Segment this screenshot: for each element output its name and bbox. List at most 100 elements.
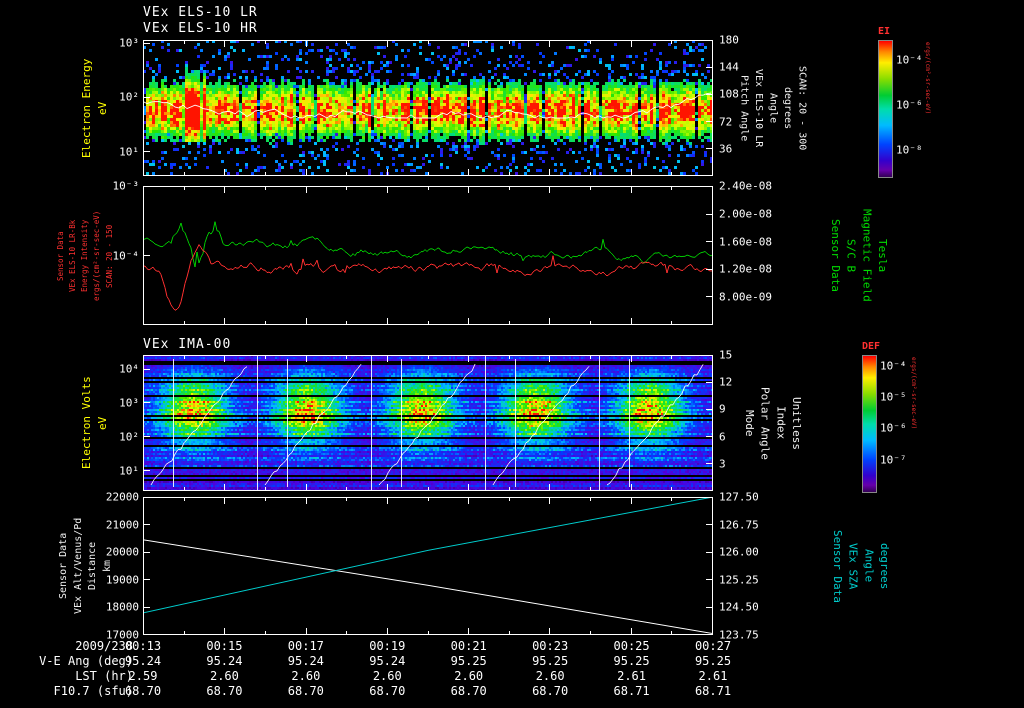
colorbar-tick-label: 10⁻⁷ [880, 453, 907, 467]
data-row-value: 68.70 [206, 684, 243, 698]
axis-label-line: SCAN: 20 - 300 [796, 65, 808, 151]
data-row-label: LST (hr) [75, 669, 133, 683]
axis-label-line: Mode [742, 409, 756, 437]
data-row-value: 95.25 [613, 654, 650, 668]
time-tick-label: 00:15 [206, 639, 243, 653]
panel2-right-axis-label: Sensor Data S/C B Magnetic Field Tesla [828, 186, 889, 325]
y2-axis-tick-label: 8.00e-09 [719, 290, 772, 304]
y2-axis-tick-label: 125.25 [719, 573, 759, 587]
y-axis-tick-label: 10³ [119, 36, 139, 50]
y-axis-tick-label: 10⁴ [119, 362, 139, 376]
data-row-value: 68.70 [369, 684, 406, 698]
data-row-value: 95.24 [287, 654, 324, 668]
panel1-title-lr: VEx ELS-10 LR [143, 5, 258, 20]
data-row-value: 95.25 [450, 654, 487, 668]
axis-label-line: Distance [87, 541, 98, 591]
y2-axis-tick-label: 15 [719, 348, 733, 362]
y-axis-tick-label: 10² [119, 430, 139, 444]
colorbar-tick-label: 10⁻⁵ [880, 390, 907, 404]
axis-label-line: VEx Alt/Venus/Pd [72, 517, 84, 615]
axis-label-line: Angle [862, 549, 876, 583]
colorbar-def [862, 355, 877, 493]
y2-axis-tick-label: 108 [719, 87, 739, 101]
colorbar-tick-label: 10⁻⁴ [880, 359, 907, 373]
colorbar-tick-label: 10⁻⁶ [880, 421, 907, 435]
axis-label-line: degrees [878, 542, 891, 590]
y2-axis-tick-label: 2.00e-08 [719, 207, 772, 221]
data-row-label: F10.7 (sfu) [53, 684, 133, 698]
data-row-value: 68.71 [694, 684, 732, 698]
y-axis-tick-label: 10³ [119, 396, 139, 410]
axis-label-line: S/C B [844, 238, 858, 273]
axis-label-line: Sensor Data [56, 231, 65, 281]
data-row-value: 68.70 [532, 684, 569, 698]
colorbar-ei [878, 40, 893, 178]
y-axis-tick-label: 20000 [105, 545, 139, 559]
y2-axis-tick-label: 9 [719, 402, 726, 416]
panel1-right-axis-label: Pitch Angle VEx ELS-10 LR Angle degrees … [737, 40, 808, 176]
alt-sza-canvas [143, 497, 713, 635]
data-row-value: 2.60 [209, 669, 239, 683]
intensity-bfield-canvas [143, 186, 713, 325]
axis-label-line: Energy Intensity [80, 219, 90, 293]
panel1-left-axis-label: Electron Energy eV [80, 40, 110, 176]
axis-label-line: VEx ELS-10 LR [753, 68, 764, 148]
data-row-value: 2.61 [617, 669, 647, 683]
colorbar-tick-label: 10⁻⁶ [896, 98, 923, 112]
time-tick-label: 00:25 [613, 639, 650, 653]
axis-label-line: Sensor Data [828, 219, 842, 292]
panel3-left-axis-label: Electron Volts eV [80, 355, 110, 491]
colorbar-ei-title: EI [878, 26, 891, 37]
panel4-right-axis-label: Sensor Data VEx SZA Angle degrees [830, 497, 891, 635]
data-row-value: 2.60 [454, 669, 484, 683]
y-axis-tick-label: 10⁻⁴ [112, 249, 140, 262]
y-axis-tick-label: 10¹ [119, 464, 139, 478]
y2-axis-tick-label: 144 [719, 60, 739, 74]
data-row-value: 68.71 [613, 684, 650, 698]
y-axis-tick-label: 10¹ [119, 145, 139, 159]
axis-label-line: Polar Angle [758, 386, 772, 460]
y2-axis-tick-label: 36 [719, 142, 733, 156]
y2-axis-tick-label: 127.50 [719, 490, 759, 504]
axis-label-line: Unitless [790, 396, 803, 450]
axis-label-line: Electron Energy [80, 58, 93, 158]
y-axis-tick-label: 10⁻³ [112, 179, 140, 193]
colorbar-def-title: DEF [862, 341, 881, 352]
axis-label-line: Sensor Data [830, 529, 844, 603]
y-axis-tick-label: 19000 [105, 573, 139, 587]
data-row-value: 95.25 [532, 654, 569, 668]
axis-label-line: Sensor Data [58, 532, 69, 600]
y2-axis-tick-label: 1.20e-08 [719, 262, 772, 276]
y-axis-tick-label: 18000 [105, 600, 139, 614]
data-row-value: 2.60 [372, 669, 402, 683]
data-row-label: V-E Ang (deg) [39, 654, 133, 668]
y2-axis-tick-label: 1.60e-08 [719, 235, 772, 249]
time-tick-label: 00:19 [369, 639, 406, 653]
time-tick-label: 00:21 [450, 639, 487, 653]
data-row-value: 95.25 [694, 654, 732, 668]
axis-label-line: eV [95, 101, 109, 115]
data-row-value: 2.60 [291, 669, 321, 683]
y2-axis-tick-label: 126.00 [719, 545, 759, 559]
colorbar-ei-units: ergs/(cm²-sr-sec-eV) [924, 42, 931, 115]
y2-axis-tick-label: 180 [719, 33, 739, 47]
y2-axis-tick-label: 72 [719, 115, 733, 129]
axis-label-line: eV [95, 416, 109, 430]
y2-axis-tick-label: 6 [719, 430, 726, 444]
axis-label-line: Tesla [876, 238, 889, 273]
y2-axis-tick-label: 126.75 [719, 518, 759, 532]
y2-axis-tick-label: 3 [719, 457, 726, 471]
axis-label-line: Electron Volts [80, 376, 93, 470]
time-tick-label: 00:23 [532, 639, 569, 653]
y-axis-tick-label: 22000 [105, 490, 139, 504]
colorbar-tick-label: 10⁻⁸ [896, 143, 923, 157]
date-label: 2009/238 [75, 639, 133, 653]
axis-label-line: Index [774, 406, 788, 440]
ima-spectrogram-canvas [143, 355, 713, 491]
time-tick-label: 00:17 [287, 639, 324, 653]
axis-label-line: degrees [782, 86, 793, 130]
data-row-value: 68.70 [287, 684, 324, 698]
axis-label-line: VEx ELS-10 LR-Bk [68, 219, 78, 293]
panel1-title-hr: VEx ELS-10 HR [143, 21, 258, 36]
y-axis-tick-label: 10² [119, 90, 139, 104]
